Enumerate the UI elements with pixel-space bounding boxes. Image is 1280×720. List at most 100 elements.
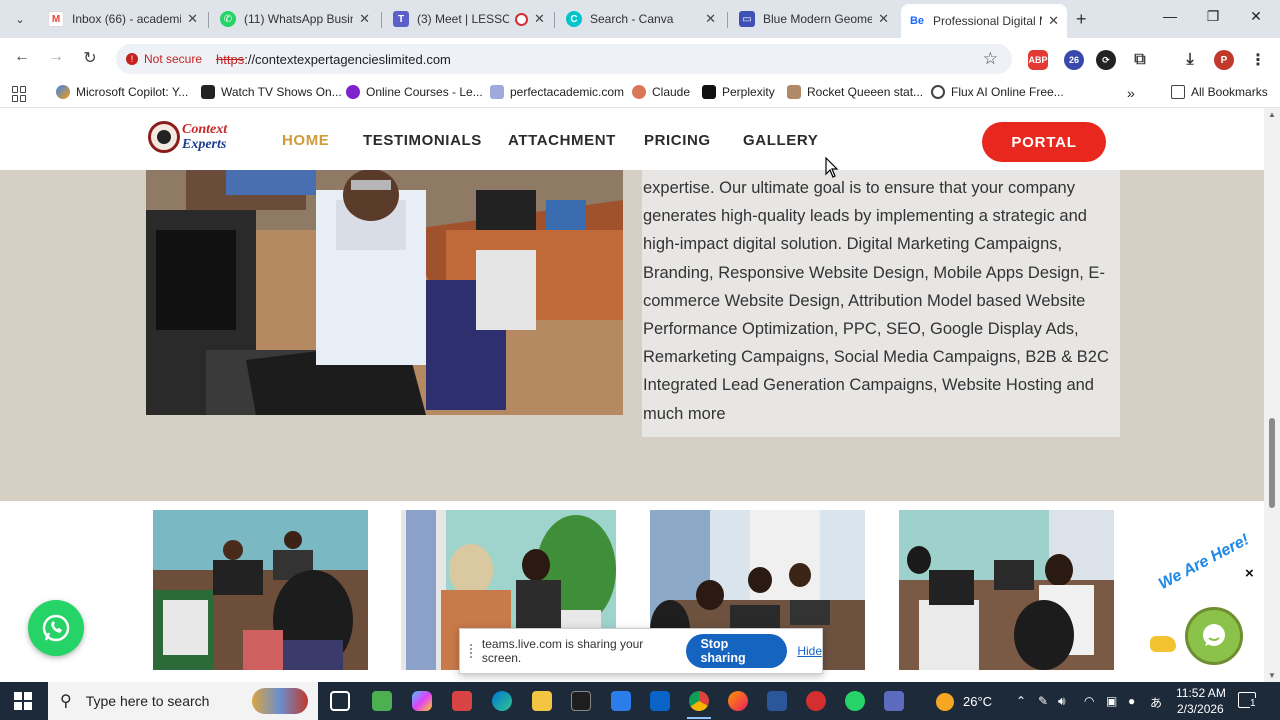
site-logo[interactable]: Context Experts (148, 120, 238, 154)
scroll-down-arrow-icon[interactable]: ▼ (1268, 671, 1276, 680)
perplexity-icon (702, 85, 716, 99)
calculator-icon[interactable] (884, 691, 904, 711)
tab-close-icon[interactable]: ✕ (359, 11, 370, 27)
download-icon[interactable]: ⤓ (1180, 50, 1200, 70)
gallery-photo-4[interactable] (899, 510, 1114, 670)
word-app-icon[interactable] (767, 691, 787, 711)
page-scrollbar[interactable]: ▲ ▼ (1264, 108, 1280, 682)
live-chat-button[interactable] (1185, 607, 1243, 665)
copilot-taskbar-icon[interactable] (412, 691, 432, 711)
apps-grid-icon[interactable] (12, 86, 28, 102)
chrome-browser-icon[interactable] (687, 691, 711, 719)
taskbar-search-box[interactable]: ⚲ Type here to search (48, 682, 318, 720)
bookmark-perplexity[interactable]: Perplexity (702, 85, 775, 99)
drag-handle-icon[interactable] (470, 644, 474, 658)
back-arrow-icon[interactable]: ← (10, 48, 34, 66)
bookmarks-overflow-button[interactable]: » (1127, 85, 1135, 101)
slides-icon: ▭ (739, 11, 755, 27)
tab-close-icon[interactable]: ✕ (187, 11, 198, 27)
waving-hand-icon (1150, 636, 1176, 652)
nav-gallery[interactable]: GALLERY (743, 132, 818, 149)
whatsapp-taskbar-icon[interactable] (845, 691, 865, 711)
stop-sharing-button[interactable]: Stop sharing (686, 634, 788, 668)
tv-icon (201, 85, 215, 99)
search-highlight-icon (252, 688, 308, 714)
camera-icon[interactable]: ▣ (1106, 694, 1117, 708)
bookmark-online-courses[interactable]: Online Courses - Le... (346, 85, 483, 99)
language-icon[interactable]: あ (1150, 694, 1162, 711)
site-icon (787, 85, 801, 99)
forward-arrow-icon[interactable]: → (44, 48, 68, 66)
reload-icon[interactable]: ↻ (78, 48, 102, 68)
logo-mark-icon (148, 121, 180, 153)
pen-app-icon[interactable] (372, 691, 392, 711)
bookmark-flux-ai[interactable]: Flux AI Online Free... (931, 85, 1064, 99)
task-view-icon[interactable] (330, 691, 350, 711)
hide-link[interactable]: Hide (797, 644, 822, 658)
volume-icon[interactable]: 🔊︎ (1058, 694, 1066, 709)
scrollbar-thumb[interactable] (1269, 418, 1275, 508)
audio-app-icon[interactable] (571, 691, 591, 711)
file-explorer-icon[interactable] (532, 691, 552, 711)
presentation-app-icon[interactable] (452, 691, 472, 711)
all-bookmarks-button[interactable]: All Bookmarks (1171, 85, 1268, 99)
whatsapp-chat-button[interactable] (28, 600, 84, 656)
outlook-icon[interactable] (650, 691, 670, 711)
tab-gmail[interactable]: M Inbox (66) - academic ✕ (40, 5, 206, 33)
url-text[interactable]: https://contextexpertagencieslimited.com (216, 52, 451, 67)
firefox-browser-icon[interactable] (728, 691, 748, 711)
portal-button[interactable]: PORTAL (982, 122, 1106, 162)
tab-whatsapp[interactable]: ✆ (11) WhatsApp Busin ✕ (212, 5, 378, 33)
kebab-menu-icon[interactable]: ⋮ (1248, 50, 1268, 70)
temperature[interactable]: 26°C (963, 694, 992, 709)
tray-app-icon[interactable]: ✎ (1038, 694, 1048, 708)
weather-sun-icon[interactable] (936, 693, 954, 711)
adblock-extension-icon[interactable]: ABP (1028, 50, 1048, 70)
bookmark-star-icon[interactable]: ☆ (983, 49, 998, 69)
opera-browser-icon[interactable] (806, 691, 826, 711)
microphone-icon[interactable]: ● (1128, 694, 1135, 708)
scroll-up-arrow-icon[interactable]: ▲ (1268, 110, 1276, 119)
services-paragraph: expertise. Our ultimate goal is to ensur… (643, 179, 1109, 423)
windows-start-icon[interactable] (14, 692, 32, 710)
bookmark-copilot[interactable]: Microsoft Copilot: Y... (56, 85, 188, 99)
tab-close-icon[interactable]: ✕ (534, 11, 545, 27)
tab-teams-meet[interactable]: T (3) Meet | LESSO ✕ (385, 5, 551, 33)
puzzle-extensions-icon[interactable]: ⧉ (1130, 50, 1150, 70)
store-icon[interactable] (611, 691, 631, 711)
gallery-photo-1[interactable] (153, 510, 368, 670)
address-bar[interactable]: ! Not secure https://contextexpertagenci… (116, 44, 1012, 74)
web-page: Context Experts HOME TESTIMONIALS ATTACH… (0, 108, 1280, 682)
clock-date[interactable]: 2/3/2026 (1177, 702, 1224, 716)
new-tab-button[interactable]: + (1076, 9, 1087, 30)
nav-home[interactable]: HOME (282, 132, 329, 149)
nav-attachment[interactable]: ATTACHMENT (508, 132, 616, 149)
minimize-button[interactable]: — (1155, 8, 1185, 24)
bookmark-tv-shows[interactable]: Watch TV Shows On... (201, 85, 342, 99)
chat-widget-close-icon[interactable]: × (1245, 565, 1254, 582)
clock-time[interactable]: 11:52 AM (1176, 686, 1226, 700)
computer-lab-photo (146, 170, 623, 415)
nav-pricing[interactable]: PRICING (644, 132, 711, 149)
tab-title: (3) Meet | LESSO (417, 12, 509, 26)
tray-expand-icon[interactable]: ⌃ (1016, 694, 1026, 708)
tab-close-icon[interactable]: ✕ (1048, 13, 1059, 29)
tab-search-button[interactable]: ⌄ (8, 8, 32, 30)
security-indicator[interactable]: ! Not secure (126, 52, 202, 66)
bookmark-claude[interactable]: Claude (632, 85, 690, 99)
window-close-button[interactable]: ✕ (1241, 8, 1271, 25)
bookmark-rocket-queen[interactable]: Rocket Queeen stat... (787, 85, 923, 99)
wifi-icon[interactable]: ◠ (1084, 694, 1094, 708)
tab-active-behance[interactable]: Be Professional Digital M ✕ (901, 4, 1067, 38)
tab-close-icon[interactable]: ✕ (705, 11, 716, 27)
tab-close-icon[interactable]: ✕ (878, 11, 889, 27)
bookmark-perfectacademic[interactable]: perfectacademic.com (490, 85, 624, 99)
tab-slides[interactable]: ▭ Blue Modern Geome ✕ (731, 5, 897, 33)
nav-testimonials[interactable]: TESTIMONIALS (363, 132, 482, 149)
tab-canva[interactable]: C Search - Canva ✕ (558, 5, 724, 33)
sync-extension-icon[interactable]: ⟳ (1096, 50, 1116, 70)
restore-button[interactable]: ❐ (1198, 8, 1228, 25)
edge-browser-icon[interactable] (492, 691, 512, 711)
profile-avatar[interactable]: P (1214, 50, 1234, 70)
extension-badge-icon[interactable]: 26 (1064, 50, 1084, 70)
